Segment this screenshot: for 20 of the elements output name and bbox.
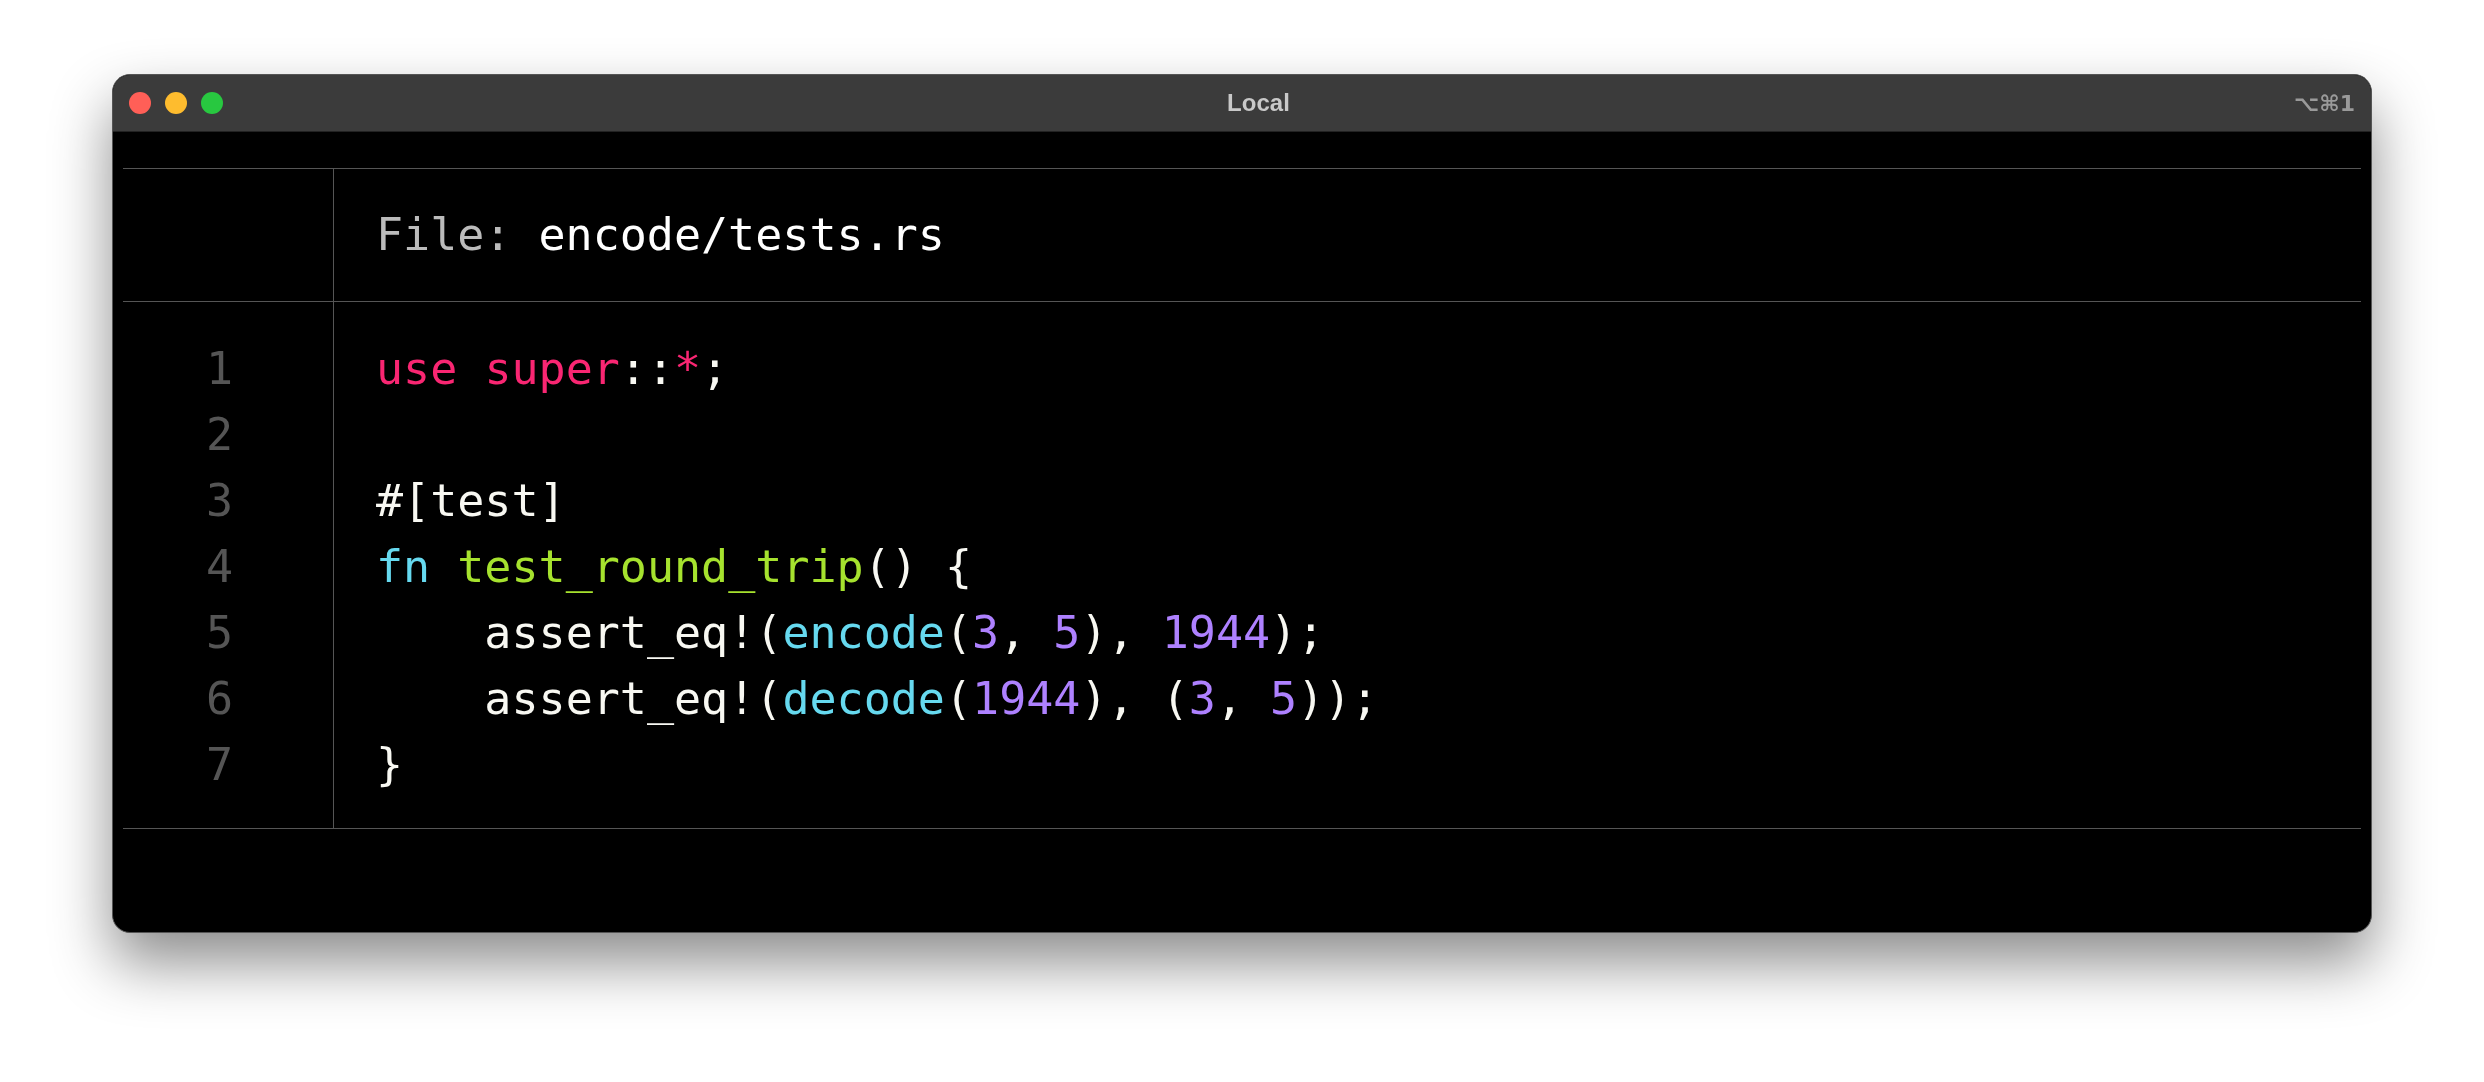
code-line: use super::*; <box>376 341 729 397</box>
code-line: assert_eq!(decode(1944), (3, 5)); <box>483 671 1379 727</box>
shortcut-label: ⌥⌘1 <box>2293 89 2355 118</box>
code-line: assert_eq!(encode(3, 5), 1944); <box>483 605 1325 661</box>
line-number: 2 <box>205 407 233 463</box>
file-name: encode/tests.rs <box>538 207 945 264</box>
line-number: 6 <box>205 671 233 727</box>
line-number: 1 <box>205 341 233 397</box>
window-title: Local <box>1227 88 1290 118</box>
file-label: File: <box>376 207 512 264</box>
line-number: 4 <box>205 539 233 595</box>
close-button[interactable] <box>129 92 151 114</box>
code-line: } <box>376 737 404 793</box>
zoom-button[interactable] <box>201 92 223 114</box>
code-line: fn test_round_trip() { <box>376 539 973 595</box>
minimize-button[interactable] <box>165 92 187 114</box>
code-line: #[test] <box>376 473 566 529</box>
line-number: 5 <box>205 605 233 661</box>
line-number: 3 <box>205 473 233 529</box>
line-number: 7 <box>205 737 233 793</box>
